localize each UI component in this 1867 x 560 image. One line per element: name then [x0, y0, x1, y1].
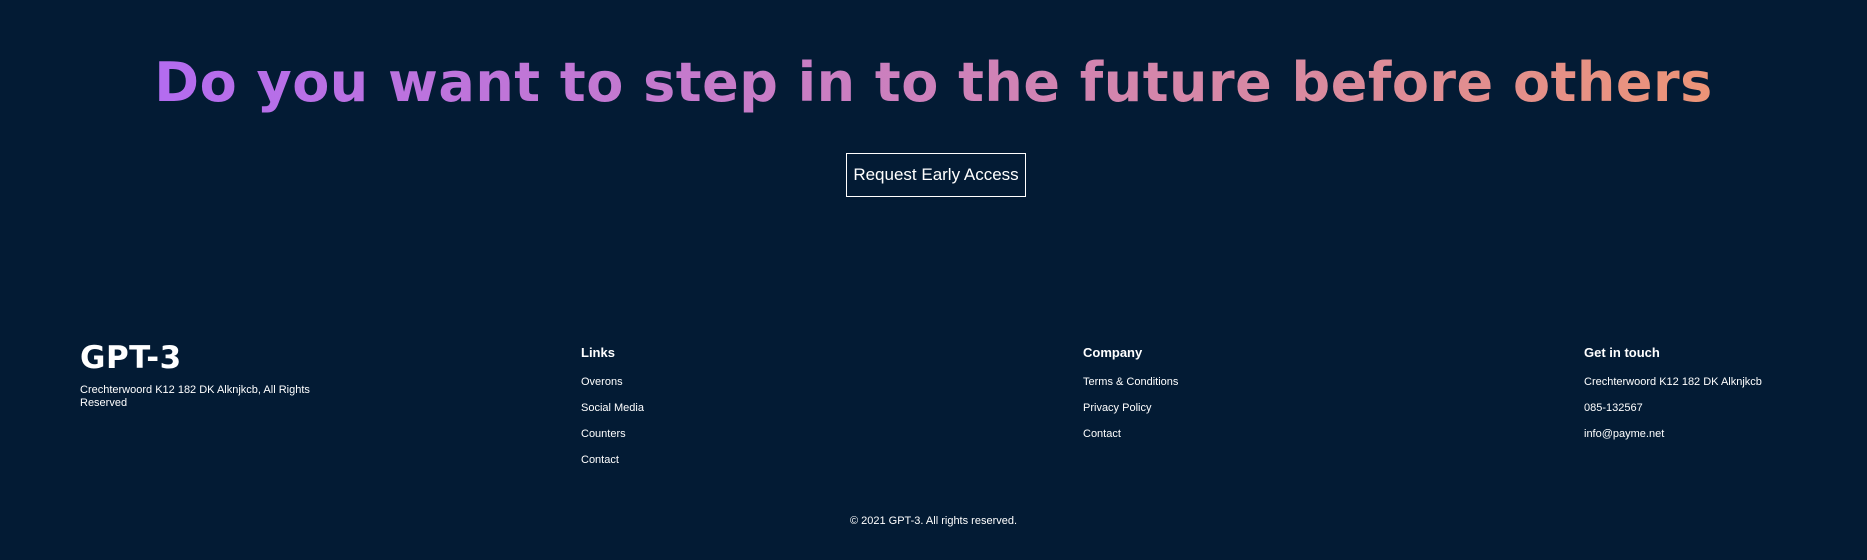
- footer-address: Crechterwoord K12 182 DK Alknjkcb, All R…: [80, 384, 310, 409]
- footer-link-contact[interactable]: Contact: [581, 454, 644, 467]
- footer-links-column: Links Overons Social Media Counters Cont…: [581, 344, 644, 480]
- footer-link-social-media[interactable]: Social Media: [581, 402, 644, 415]
- footer-links-title: Links: [581, 345, 615, 360]
- footer-contact-address: Crechterwoord K12 182 DK Alknjkcb: [1584, 376, 1762, 388]
- footer-link-counters[interactable]: Counters: [581, 428, 644, 441]
- footer-contact-phone: 085-132567: [1584, 402, 1643, 414]
- footer-link-privacy-policy[interactable]: Privacy Policy: [1083, 402, 1178, 415]
- copyright-text: © 2021 GPT-3. All rights reserved.: [849, 515, 1018, 527]
- footer-contact-title: Get in touch: [1584, 345, 1660, 360]
- footer-link-company-contact[interactable]: Contact: [1083, 428, 1178, 441]
- footer-company-column: Company Terms & Conditions Privacy Polic…: [1083, 344, 1178, 454]
- footer-link-overons[interactable]: Overons: [581, 376, 644, 389]
- footer-contact-column: Get in touch Crechterwoord K12 182 DK Al…: [1584, 344, 1762, 454]
- request-early-access-button[interactable]: Request Early Access: [846, 153, 1026, 197]
- footer-link-terms[interactable]: Terms & Conditions: [1083, 376, 1178, 389]
- cta-heading: Do you want to step in to the future bef…: [0, 48, 1867, 118]
- footer-contact-email: info@payme.net: [1584, 428, 1665, 440]
- page: Do you want to step in to the future bef…: [0, 0, 1867, 560]
- footer-logo: GPT-3: [80, 340, 182, 376]
- footer-company-title: Company: [1083, 345, 1143, 360]
